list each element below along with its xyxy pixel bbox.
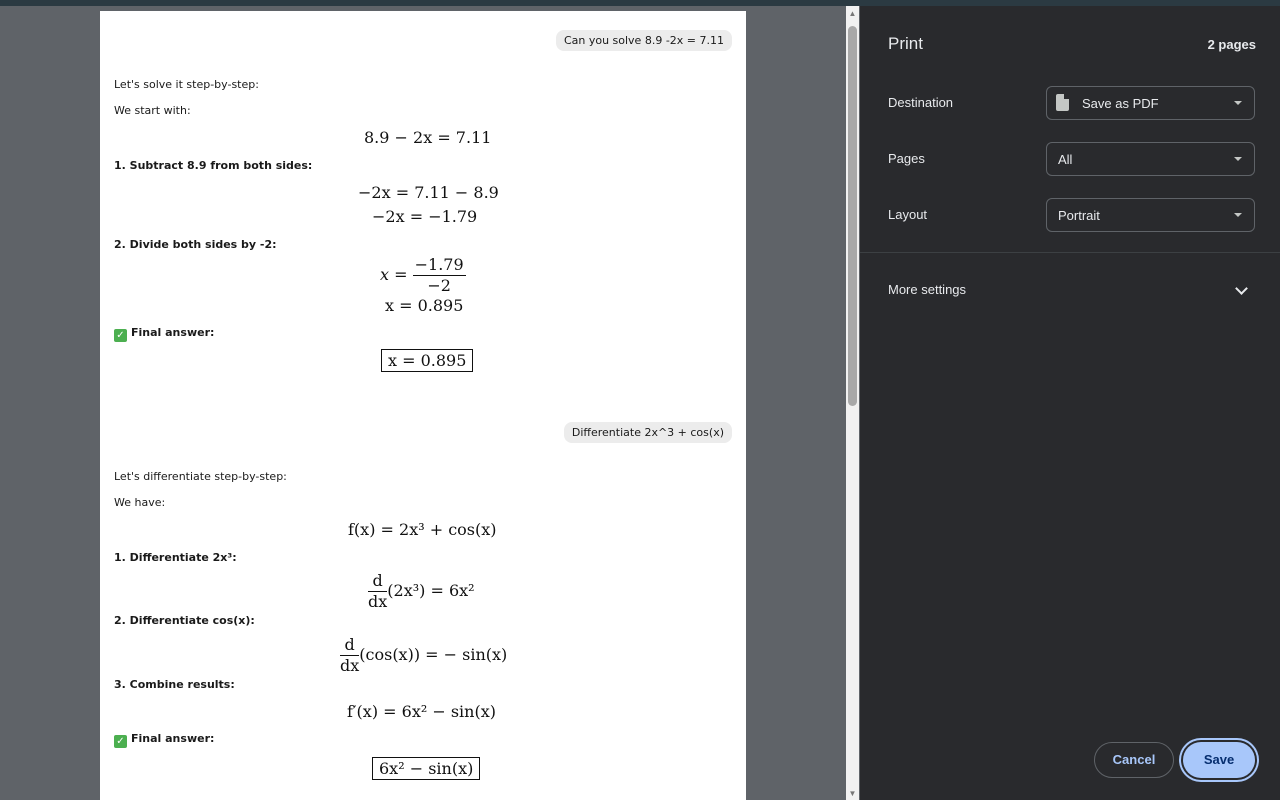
- user-message-bubble-2: Differentiate 2x^3 + cos(x): [563, 422, 732, 443]
- user-message-bubble: Can you solve 8.9 -2x = 7.11: [555, 30, 732, 51]
- fraction-numerator: −1.79: [412, 255, 466, 276]
- preview-page: Can you solve 8.9 -2x = 7.11 Let's solve…: [100, 11, 746, 800]
- scroll-thumb[interactable]: [848, 26, 857, 406]
- equation-function: f(x) = 2x³ + cos(x): [348, 520, 497, 539]
- diff-step-3-heading: 3. Combine results:: [114, 678, 235, 691]
- divider: [860, 252, 1280, 253]
- equation-diff2: d dx (cos(x)) = − sin(x): [340, 635, 508, 675]
- preview-scrollbar[interactable]: ▲ ▼: [846, 6, 859, 800]
- equation-combined: f′(x) = 6x² − sin(x): [347, 702, 496, 721]
- save-button[interactable]: Save: [1183, 742, 1255, 778]
- print-preview: Can you solve 8.9 -2x = 7.11 Let's solve…: [0, 6, 860, 800]
- scroll-down-icon[interactable]: ▼: [846, 788, 859, 800]
- equation-start: 8.9 − 2x = 7.11: [364, 128, 492, 147]
- destination-value: Save as PDF: [1082, 96, 1159, 111]
- intro-text-2: Let's differentiate step-by-step:: [114, 470, 287, 483]
- intro-text: Let's solve it step-by-step:: [114, 78, 259, 91]
- cancel-button[interactable]: Cancel: [1094, 742, 1174, 778]
- equation-step1b: −2x = −1.79: [372, 207, 478, 226]
- step-2-heading: 2. Divide both sides by -2:: [114, 238, 277, 251]
- chevron-down-icon[interactable]: [1235, 282, 1248, 295]
- dropdown-arrow-icon: [1234, 101, 1242, 105]
- pages-label: Pages: [888, 151, 925, 166]
- layout-value: Portrait: [1058, 208, 1100, 223]
- page-count: 2 pages: [1207, 37, 1256, 52]
- more-settings-toggle[interactable]: More settings: [888, 282, 966, 297]
- dropdown-arrow-icon: [1234, 213, 1242, 217]
- panel-title: Print: [888, 34, 923, 53]
- final-answer-label-2: ✓ Final answer:: [114, 732, 214, 748]
- diff-step-2-heading: 2. Differentiate cos(x):: [114, 614, 255, 627]
- scroll-up-icon[interactable]: ▲: [846, 8, 859, 20]
- pages-select[interactable]: All: [1046, 142, 1255, 176]
- check-icon: ✓: [114, 329, 127, 342]
- layout-label: Layout: [888, 207, 928, 222]
- layout-select[interactable]: Portrait: [1046, 198, 1255, 232]
- destination-label: Destination: [888, 95, 954, 110]
- fraction-denominator: −2: [427, 276, 451, 295]
- equation-diff1: d dx (2x³) = 6x²: [368, 571, 475, 611]
- start-text: We start with:: [114, 104, 191, 117]
- final-answer-box-2: 6x² − sin(x): [372, 757, 481, 780]
- final-answer-box: x = 0.895: [381, 349, 474, 372]
- pages-value: All: [1058, 152, 1073, 167]
- print-settings-panel: Print 2 pages Destination Save as PDF Pa…: [860, 6, 1280, 800]
- equation-fraction: x = −1.79 −2: [380, 255, 466, 295]
- final-answer-label: ✓ Final answer:: [114, 326, 214, 342]
- step-1-heading: 1. Subtract 8.9 from both sides:: [114, 159, 313, 172]
- check-icon: ✓: [114, 735, 127, 748]
- diff-step-1-heading: 1. Differentiate 2x³:: [114, 551, 237, 564]
- equation-step1a: −2x = 7.11 − 8.9: [358, 183, 499, 202]
- destination-select[interactable]: Save as PDF: [1046, 86, 1255, 120]
- dropdown-arrow-icon: [1234, 157, 1242, 161]
- equation-step2b: x = 0.895: [385, 296, 464, 315]
- document-icon: [1056, 94, 1069, 111]
- have-text: We have:: [114, 496, 166, 509]
